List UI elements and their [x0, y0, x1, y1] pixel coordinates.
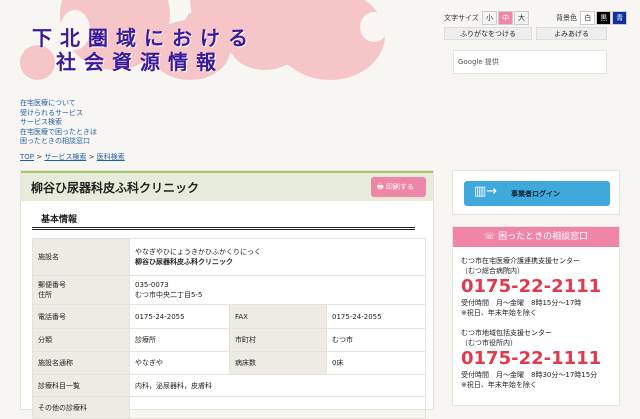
- print-button[interactable]: 🖶 印刷する: [371, 177, 426, 197]
- font-medium-button[interactable]: 中: [498, 11, 514, 25]
- facility-title: 柳谷ひ尿器科皮ふ科クリニック: [31, 181, 200, 195]
- facility-header: 柳谷ひ尿器科皮ふ科クリニック 🖶 印刷する: [21, 171, 433, 201]
- fax-label: FAX: [229, 304, 327, 329]
- consult-header: ☏ 困ったときの相談窓口: [453, 227, 619, 247]
- search-input[interactable]: Google 提供: [453, 50, 607, 74]
- nav-services[interactable]: 受けられるサービス: [20, 109, 97, 119]
- bg-black-button[interactable]: 黒: [596, 11, 612, 25]
- consult1-name: むつ市在宅医療介護連携支援センター: [461, 257, 580, 265]
- fax: 0175-24-2055: [326, 304, 426, 329]
- nav-home-care[interactable]: 在宅医療について: [20, 99, 97, 109]
- font-small-button[interactable]: 小: [482, 11, 498, 25]
- postal-code: 035-0073: [135, 281, 169, 289]
- login-label: 事業者ログイン: [511, 190, 560, 198]
- bg-white-button[interactable]: 白: [580, 11, 596, 25]
- nav-consult[interactable]: 困ったときの相談窓口: [20, 137, 97, 147]
- facility-card: 柳谷ひ尿器科皮ふ科クリニック 🖶 印刷する 基本情報 施設名 やなぎやひにょうきか…: [20, 170, 434, 419]
- bg-color-label: 背景色: [556, 14, 577, 22]
- address-label: 住所: [38, 291, 52, 299]
- consult2-name: むつ市地域包括支援センター: [461, 329, 552, 337]
- beds-label: 病床数: [229, 351, 327, 375]
- name-label: 施設名: [32, 238, 130, 276]
- building-login-icon: ▥→: [474, 184, 498, 199]
- logo-line1: 下北圏域における: [32, 26, 256, 50]
- category: 診療所: [129, 328, 230, 352]
- printer-icon: 🖶: [377, 183, 384, 191]
- breadcrumb-top[interactable]: TOP: [20, 153, 34, 161]
- breadcrumb-service-search[interactable]: サービス検索: [44, 153, 86, 161]
- bg-blue-button[interactable]: 青: [612, 11, 628, 25]
- consult-box: ☏ 困ったときの相談窓口 むつ市在宅医療介護連携支援センター （むつ総合病院内）…: [452, 226, 620, 406]
- print-label: 印刷する: [385, 183, 414, 191]
- consult2-hours: 受付時間 月～金曜 8時30分～17時15分: [461, 371, 598, 379]
- font-size-control: 文字サイズ 小中大: [444, 11, 530, 25]
- bg-color-control: 背景色 白黒青: [556, 11, 628, 25]
- facility-name: 柳谷ひ尿器科皮ふ科クリニック: [135, 258, 233, 266]
- phone-icon: ☏: [483, 232, 496, 242]
- consult2-phone[interactable]: 0175-22-1111: [461, 348, 611, 370]
- breadcrumb-medical-search[interactable]: 医科検索: [97, 153, 125, 161]
- tel-label: 電話番号: [32, 304, 130, 329]
- nav-trouble[interactable]: 在宅医療で困ったときは: [20, 128, 97, 138]
- name-kana: やなぎやひにょうきかひふかくりにっく: [135, 248, 261, 256]
- breadcrumb: TOP > サービス検索 > 医科検索: [20, 153, 125, 161]
- depts: 内科，泌尿器科，皮膚科: [129, 374, 426, 397]
- nav-service-search[interactable]: サービス検索: [20, 118, 97, 128]
- depts-label: 診療科目一覧: [32, 374, 130, 397]
- city-label: 市町村: [229, 328, 327, 352]
- consult1-note: ※祝日、年末年始を除く: [461, 309, 537, 317]
- alias-label: 施設名通称: [32, 351, 130, 375]
- consult1-hours: 受付時間 月～金曜 8時15分～17時: [461, 299, 582, 307]
- font-large-button[interactable]: 大: [514, 11, 530, 25]
- section-divider: [32, 227, 415, 231]
- consult2-note: ※祝日、年末年始を除く: [461, 381, 537, 389]
- login-box: ▥→ 事業者ログイン: [452, 170, 620, 215]
- consult-list: むつ市在宅医療介護連携支援センター （むつ総合病院内） 0175-22-2111…: [453, 247, 619, 399]
- alias: やなぎや: [129, 351, 230, 375]
- info-table: 施設名 やなぎやひにょうきかひふかくりにっく 柳谷ひ尿器科皮ふ科クリニック 郵便番号…: [32, 238, 426, 419]
- consult2-sub: （むつ市役所内）: [461, 339, 517, 347]
- consult-title: 困ったときの相談窓口: [498, 232, 589, 242]
- postal-label: 郵便番号: [38, 281, 66, 289]
- section-title: 基本情報: [41, 215, 78, 225]
- furigana-button[interactable]: ふりがなをつける: [444, 27, 532, 40]
- address: むつ市中央二丁目5-5: [135, 291, 203, 299]
- category-label: 分類: [32, 328, 130, 352]
- font-size-label: 文字サイズ: [444, 14, 479, 22]
- logo-line2: 社会資源情報: [56, 50, 224, 74]
- tel: 0175-24-2055: [129, 304, 230, 329]
- business-login-button[interactable]: ▥→ 事業者ログイン: [464, 181, 610, 206]
- consult1-sub: （むつ総合病院内）: [461, 267, 524, 275]
- city: むつ市: [326, 328, 426, 352]
- read-aloud-button[interactable]: よみあげる: [536, 27, 607, 40]
- beds: 0床: [326, 351, 426, 375]
- consult1-phone[interactable]: 0175-22-2111: [461, 276, 611, 298]
- site-logo[interactable]: 下北圏域における 社会資源情報: [32, 26, 256, 74]
- side-nav: 在宅医療について 受けられるサービス サービス検索 在宅医療で困ったときは 困っ…: [20, 99, 97, 147]
